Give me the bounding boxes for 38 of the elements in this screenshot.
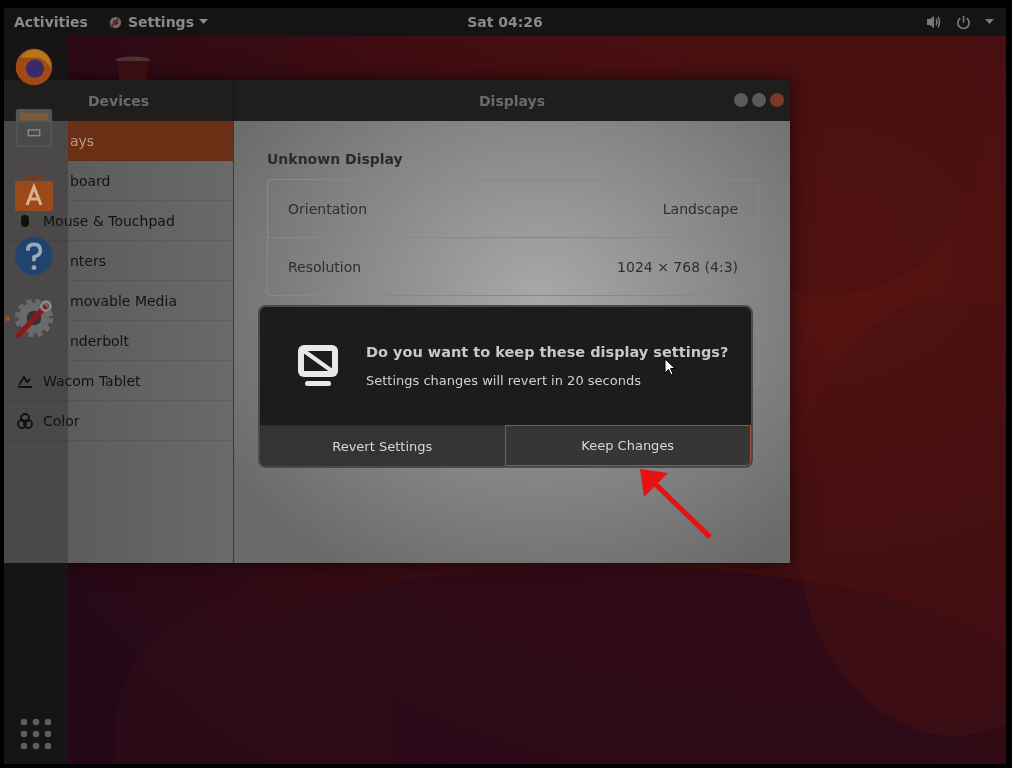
color-icon	[16, 412, 33, 429]
minimize-button[interactable]	[734, 93, 748, 107]
dialog-title: Do you want to keep these display settings?	[366, 344, 729, 360]
caret-icon	[198, 19, 208, 25]
app-grid-icon[interactable]	[20, 718, 52, 750]
dialog-button[interactable]: Revert Settings	[260, 425, 505, 466]
help-icon	[13, 235, 55, 277]
activities-button[interactable]: Activities	[14, 14, 88, 30]
close-button[interactable]	[770, 93, 784, 107]
volume-icon[interactable]	[926, 15, 942, 29]
caret-icon[interactable]	[985, 19, 994, 25]
power-icon[interactable]	[956, 14, 971, 30]
setting-value[interactable]: Landscape	[662, 200, 738, 217]
settings-icon	[13, 297, 55, 339]
gear-icon	[107, 14, 123, 30]
sidebar-item[interactable]: Wacom Tablet	[4, 361, 233, 401]
setting-label: Orientation	[288, 200, 368, 217]
sidebar-item[interactable]: board	[68, 161, 233, 201]
app-menu[interactable]: Settings	[107, 14, 208, 30]
sidebar-item[interactable]: Color	[4, 401, 233, 441]
dialog-button[interactable]: Keep Changes	[504, 425, 751, 466]
maximize-button[interactable]	[752, 93, 766, 107]
display-icon	[297, 344, 339, 388]
sidebar-item[interactable]: nters	[68, 241, 233, 281]
running-indicator	[5, 316, 10, 321]
section-title: Unknown Display	[267, 151, 404, 167]
mouse-icon	[19, 213, 30, 228]
window-title: Displays	[478, 92, 546, 109]
clock[interactable]: Sat 04:26	[467, 14, 543, 30]
sidebar-title: Devices	[88, 92, 150, 109]
sidebar-item[interactable]: nderbolt	[68, 321, 233, 361]
setting-label: Resolution	[288, 258, 362, 275]
sidebar-item[interactable]: ays	[68, 121, 233, 161]
sidebar-item[interactable]: movable Media	[68, 281, 233, 321]
tablet-icon	[16, 373, 33, 388]
dialog-message: Settings changes will revert in 20 seconds	[366, 373, 642, 388]
pointer-icon	[664, 358, 676, 376]
setting-value[interactable]: 1024 × 768 (4:3)	[617, 258, 738, 275]
